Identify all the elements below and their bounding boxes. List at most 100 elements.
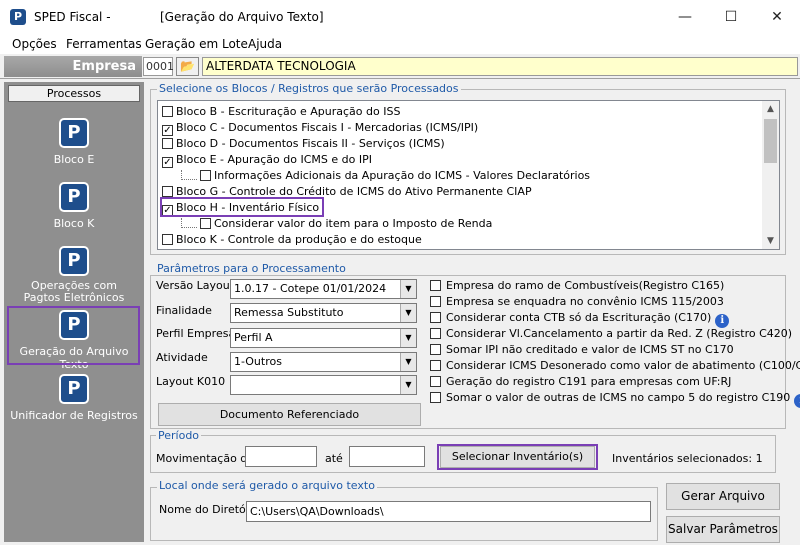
option-vl-cancelamento[interactable]: Considerar Vl.Cancelamento a partir da R…: [430, 326, 792, 342]
folder-open-icon: 📂: [180, 59, 195, 73]
chevron-down-icon: ▼: [400, 329, 416, 347]
scroll-up-icon[interactable]: ▲: [762, 101, 779, 117]
sidebar-item-bloco-e[interactable]: P Bloco E: [8, 118, 140, 166]
option-conta-ctb[interactable]: Considerar conta CTB só da Escrituração …: [430, 310, 730, 328]
sidebar-item-label: Unificador de Registros: [10, 409, 138, 422]
documento-referenciado-button[interactable]: Documento Referenciado: [158, 403, 421, 426]
tree-item-label: Bloco D - Documentos Fiscais II - Serviç…: [176, 137, 445, 150]
sidebar-item-label: Bloco E: [53, 153, 95, 166]
window-title: [Geração do Arquivo Texto]: [160, 10, 324, 24]
checkbox[interactable]: [430, 296, 441, 307]
finalidade-select[interactable]: Remessa Substituto ▼: [230, 303, 417, 323]
checkbox[interactable]: [430, 376, 441, 387]
option-somar-outras-icms[interactable]: Somar o valor de outras de ICMS no campo…: [430, 390, 800, 408]
menu-geracao-em-lote[interactable]: Geração em Lote: [145, 37, 248, 51]
tree-item-label: Informações Adicionais da Apuração do IC…: [214, 169, 591, 182]
option-label: Considerar ICMS Desonerado como valor de…: [446, 359, 800, 372]
empresa-label: Empresa: [4, 56, 142, 77]
info-icon[interactable]: i: [794, 394, 800, 408]
chevron-down-icon: ▼: [400, 280, 416, 298]
perfil-empresa-select[interactable]: Perfil A ▼: [230, 328, 417, 348]
app-name: SPED Fiscal -: [34, 10, 111, 24]
chevron-down-icon: ▼: [400, 353, 416, 371]
maximize-icon: ☐: [724, 9, 738, 25]
empresa-name-field: ALTERDATA TECNOLOGIA: [202, 57, 798, 76]
scroll-down-icon[interactable]: ▼: [762, 233, 779, 249]
scroll-thumb[interactable]: [764, 119, 777, 163]
menu-opcoes[interactable]: Opções: [12, 37, 57, 51]
tree-item-bloco-k[interactable]: Bloco K - Controle da produção e do esto…: [162, 232, 422, 248]
movimentacao-de-input[interactable]: [245, 446, 317, 467]
checkbox-checked[interactable]: ✓: [162, 157, 173, 168]
sidebar-item-bloco-k[interactable]: P Bloco K: [8, 182, 140, 230]
chevron-down-icon: ▼: [400, 376, 416, 394]
option-label: Empresa se enquadra no convênio ICMS 115…: [446, 295, 724, 308]
menu-ferramentas[interactable]: Ferramentas: [66, 37, 142, 51]
blocos-group-title: Selecione os Blocos / Registros que serã…: [157, 82, 461, 95]
minimize-button[interactable]: —: [662, 0, 708, 34]
maximize-button[interactable]: ☐: [708, 0, 754, 34]
option-label: Empresa do ramo de Combustíveis(Registro…: [446, 279, 725, 292]
diretorio-label: Nome do Diretório: [159, 503, 261, 516]
close-button[interactable]: ✕: [754, 0, 800, 34]
movimentacao-label: Movimentação de: [156, 452, 255, 465]
option-combustiveis[interactable]: Empresa do ramo de Combustíveis(Registro…: [430, 278, 724, 294]
movimentacao-ate-input[interactable]: [349, 446, 425, 467]
checkbox[interactable]: [162, 234, 173, 245]
tree-item-bloco-c[interactable]: ✓ Bloco C - Documentos Fiscais I - Mercad…: [162, 120, 478, 136]
tree-item-label: Bloco B - Escrituração e Apuração do ISS: [176, 105, 401, 118]
sped-p-icon: P: [59, 118, 89, 148]
checkbox[interactable]: [162, 138, 173, 149]
layout-k010-select[interactable]: ▼: [230, 375, 417, 395]
sped-p-icon: P: [59, 246, 89, 276]
tree-connector: [181, 170, 197, 180]
option-somar-ipi[interactable]: Somar IPI não creditado e valor de ICMS …: [430, 342, 734, 358]
tree-item-info-adicionais[interactable]: Informações Adicionais da Apuração do IC…: [200, 168, 590, 184]
checkbox[interactable]: [162, 106, 173, 117]
salvar-parametros-button[interactable]: Salvar Parâmetros: [666, 516, 780, 543]
option-registro-c191[interactable]: Geração do registro C191 para empresas c…: [430, 374, 731, 390]
checkbox[interactable]: [430, 312, 441, 323]
selecionar-inventario-highlight: [437, 444, 598, 470]
tree-connector: [181, 218, 197, 228]
tree-item-label: Bloco C - Documentos Fiscais I - Mercado…: [176, 121, 479, 134]
finalidade-value: Remessa Substituto: [234, 306, 344, 319]
sped-p-icon: P: [59, 182, 89, 212]
chevron-down-icon: ▼: [400, 304, 416, 322]
close-icon: ✕: [771, 9, 783, 25]
checkbox[interactable]: [430, 328, 441, 339]
tree-item-bloco-d[interactable]: Bloco D - Documentos Fiscais II - Serviç…: [162, 136, 445, 152]
checkbox[interactable]: [430, 280, 441, 291]
checkbox[interactable]: [430, 344, 441, 355]
tree-item-bloco-e[interactable]: ✓ Bloco E - Apuração do ICMS e do IPI: [162, 152, 372, 168]
empresa-code-field[interactable]: 0001: [143, 57, 174, 76]
sidebar-item-unificador[interactable]: P Unificador de Registros: [8, 374, 140, 422]
atividade-select[interactable]: 1-Outros ▼: [230, 352, 417, 372]
menu-ajuda[interactable]: Ajuda: [248, 37, 282, 51]
option-convenio-115[interactable]: Empresa se enquadra no convênio ICMS 115…: [430, 294, 724, 310]
atividade-value: 1-Outros: [234, 355, 282, 368]
option-label: Somar o valor de outras de ICMS no campo…: [446, 391, 791, 404]
checkbox[interactable]: [430, 360, 441, 371]
diretorio-input[interactable]: C:\Users\QA\Downloads\: [246, 501, 651, 522]
minimize-icon: —: [678, 9, 692, 25]
tree-item-considerar-valor-ir[interactable]: Considerar valor do item para o Imposto …: [200, 216, 492, 232]
finalidade-label: Finalidade: [156, 304, 212, 317]
checkbox[interactable]: [200, 218, 211, 229]
sidebar-item-pagtos-eletronicos[interactable]: P Operações com Pagtos Eletrônicos: [8, 246, 140, 304]
blocos-tree[interactable]: Bloco B - Escrituração e Apuração do ISS…: [157, 100, 780, 250]
gerar-arquivo-button[interactable]: Gerar Arquivo: [666, 483, 780, 510]
versao-layout-select[interactable]: 1.0.17 - Cotepe 01/01/2024 ▼: [230, 279, 417, 299]
tree-item-label: Considerar valor do item para o Imposto …: [214, 217, 493, 230]
checkbox[interactable]: [430, 392, 441, 403]
sidebar-item-label: Bloco K: [53, 217, 95, 230]
checkbox[interactable]: [162, 186, 173, 197]
versao-layout-value: 1.0.17 - Cotepe 01/01/2024: [234, 282, 387, 295]
checkbox[interactable]: [200, 170, 211, 181]
checkbox-checked[interactable]: ✓: [162, 125, 173, 136]
empresa-lookup-button[interactable]: 📂: [176, 57, 199, 76]
tree-item-bloco-b[interactable]: Bloco B - Escrituração e Apuração do ISS: [162, 104, 400, 120]
atividade-label: Atividade: [156, 351, 208, 364]
option-icms-desonerado[interactable]: Considerar ICMS Desonerado como valor de…: [430, 358, 800, 374]
blocos-scrollbar[interactable]: ▲ ▼: [762, 101, 779, 249]
